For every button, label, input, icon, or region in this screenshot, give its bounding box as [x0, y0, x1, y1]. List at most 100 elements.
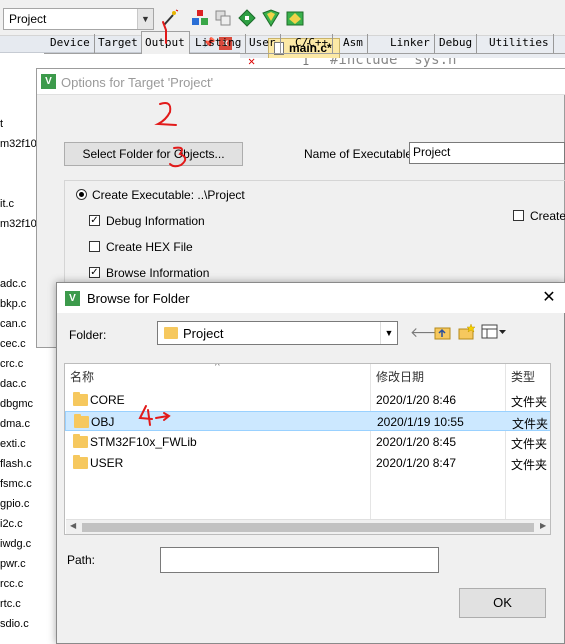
project-file-item[interactable]: crc.c [0, 358, 23, 370]
back-arrow-icon[interactable]: 🡐 [410, 323, 448, 341]
folder-label: Folder: [69, 328, 107, 342]
chevron-down-icon[interactable]: ▼ [380, 322, 397, 344]
folder-icon [74, 414, 89, 428]
options-title: Options for Target 'Project' [61, 75, 214, 90]
debug-info-checkbox[interactable]: ✓ [89, 215, 100, 226]
create-executable-label: Create Executable: ..\Project [92, 188, 245, 202]
project-file-item[interactable]: flash.c [0, 458, 32, 470]
view-menu-icon[interactable] [481, 323, 507, 341]
keil-logo-icon: V [65, 291, 80, 306]
project-file-item[interactable]: rcc.c [0, 578, 23, 590]
keil-logo-icon: V [41, 74, 56, 89]
project-file-item[interactable]: t [0, 118, 3, 130]
folder-name: OBJ [91, 415, 115, 429]
tab-device[interactable]: Device [47, 34, 95, 53]
chevron-down-icon[interactable]: ▼ [137, 9, 153, 29]
new-folder-icon[interactable] [458, 323, 476, 341]
tab-asm[interactable]: Asm [340, 34, 368, 53]
project-file-item[interactable]: dma.c [0, 418, 30, 430]
target-select[interactable]: Project ▼ [3, 8, 154, 30]
ok-button[interactable]: OK [459, 588, 546, 618]
browse-info-checkbox[interactable]: ✓ [89, 267, 100, 278]
create-executable-radio[interactable] [76, 189, 87, 200]
column-header-name[interactable]: 名称 [70, 368, 94, 385]
path-label: Path: [67, 553, 96, 567]
folder-type: 文件夹 [511, 395, 548, 409]
project-file-item[interactable]: adc.c [0, 278, 26, 290]
code-line: #include "sys.h" [330, 58, 465, 68]
tab-debug[interactable]: Debug [436, 34, 478, 53]
copy-icon[interactable] [214, 9, 232, 27]
horizontal-scrollbar[interactable]: ◀ ▶ [66, 519, 550, 534]
magic-wand-icon[interactable] [161, 9, 179, 27]
folder-date: 2020/1/20 8:47 [376, 456, 457, 470]
toolbar: Project ▼ [0, 0, 565, 36]
tab-target[interactable]: Target [95, 34, 143, 53]
folder-name: CORE [90, 393, 125, 407]
folder-name: STM32F10x_FWLib [90, 435, 197, 449]
error-marker-icon: ✕ [248, 58, 256, 68]
folder-date: 2020/1/19 10:55 [377, 415, 464, 429]
folder-row[interactable]: USER 2020/1/20 8:47 文件夹 [65, 453, 550, 473]
tab-c-c-[interactable]: C/C++ [292, 34, 334, 53]
folder-type: 文件夹 [511, 437, 548, 451]
project-file-item[interactable]: it.c [0, 198, 14, 210]
tab-linker[interactable]: Linker [387, 34, 435, 53]
project-file-item[interactable]: exti.c [0, 438, 26, 450]
column-header-type[interactable]: 类型 [511, 368, 535, 385]
path-input[interactable] [160, 547, 439, 573]
folder-date: 2020/1/20 8:45 [376, 435, 457, 449]
folder-name: USER [90, 456, 124, 470]
project-file-item[interactable]: cec.c [0, 338, 26, 350]
project-file-item[interactable]: dac.c [0, 378, 26, 390]
folder-row[interactable]: OBJ 2020/1/19 10:55 文件夹 [65, 411, 550, 431]
folder-row[interactable]: CORE 2020/1/20 8:46 文件夹 [65, 390, 550, 410]
debug-info-label: Debug Information [106, 214, 205, 228]
folder-icon [164, 327, 178, 339]
close-icon[interactable]: ✕ [539, 288, 559, 308]
project-file-item[interactable]: dbgmc [0, 398, 33, 410]
folder-type: 文件夹 [512, 417, 549, 431]
tab-utilities[interactable]: Utilities [486, 34, 554, 53]
project-file-item[interactable]: fsmc.c [0, 478, 32, 490]
tab-output[interactable]: Output [141, 31, 190, 54]
folder-icon [73, 434, 88, 448]
project-file-item[interactable]: can.c [0, 318, 26, 330]
project-file-item[interactable]: pwr.c [0, 558, 26, 570]
pack-icon[interactable] [286, 9, 304, 27]
create-library-checkbox[interactable] [513, 210, 524, 221]
create-hex-checkbox[interactable] [89, 241, 100, 252]
project-file-item[interactable]: sdio.c [0, 618, 29, 630]
folder-date: 2020/1/20 8:46 [376, 393, 457, 407]
target-select-value: Project [9, 12, 47, 26]
scroll-left-icon[interactable]: ◀ [70, 521, 76, 530]
name-of-executable-input[interactable]: Project [409, 142, 565, 164]
folder-combo[interactable]: Project ▼ [157, 321, 398, 345]
project-file-item[interactable]: rtc.c [0, 598, 21, 610]
project-file-item[interactable]: i2c.c [0, 518, 23, 530]
scroll-thumb[interactable] [82, 523, 534, 532]
column-header-date[interactable]: 修改日期 [376, 368, 424, 385]
folder-icon [73, 455, 88, 469]
project-file-item[interactable]: bkp.c [0, 298, 26, 310]
folder-combo-value: Project [183, 326, 224, 341]
browse-title: Browse for Folder [87, 291, 190, 306]
browse-titlebar: V Browse for Folder ✕ [57, 283, 565, 313]
tab-listing[interactable]: Listing [192, 34, 247, 53]
sort-chevron-icon: ^ [215, 363, 220, 372]
folder-list: ^ 名称 修改日期 类型 CORE 2020/1/20 8:46 文件夹 OBJ 202… [64, 363, 551, 535]
browse-info-label: Browse Information [106, 266, 210, 280]
shield-icon[interactable] [262, 9, 280, 27]
up-folder-icon[interactable] [434, 323, 452, 341]
manage-components-icon[interactable] [191, 9, 209, 27]
tab-user[interactable]: User [246, 34, 281, 53]
project-file-item[interactable]: iwdg.c [0, 538, 31, 550]
select-folder-button[interactable]: Select Folder for Objects... [64, 142, 243, 166]
project-file-item[interactable]: gpio.c [0, 498, 29, 510]
scroll-right-icon[interactable]: ▶ [540, 521, 546, 530]
name-of-executable-label: Name of Executable: [304, 147, 416, 161]
line-number: 1 [302, 58, 310, 68]
diamond-icon[interactable] [238, 9, 256, 27]
folder-row[interactable]: STM32F10x_FWLib 2020/1/20 8:45 文件夹 [65, 432, 550, 452]
browse-folder-dialog: V Browse for Folder ✕ Folder: Project ▼ … [56, 282, 565, 644]
